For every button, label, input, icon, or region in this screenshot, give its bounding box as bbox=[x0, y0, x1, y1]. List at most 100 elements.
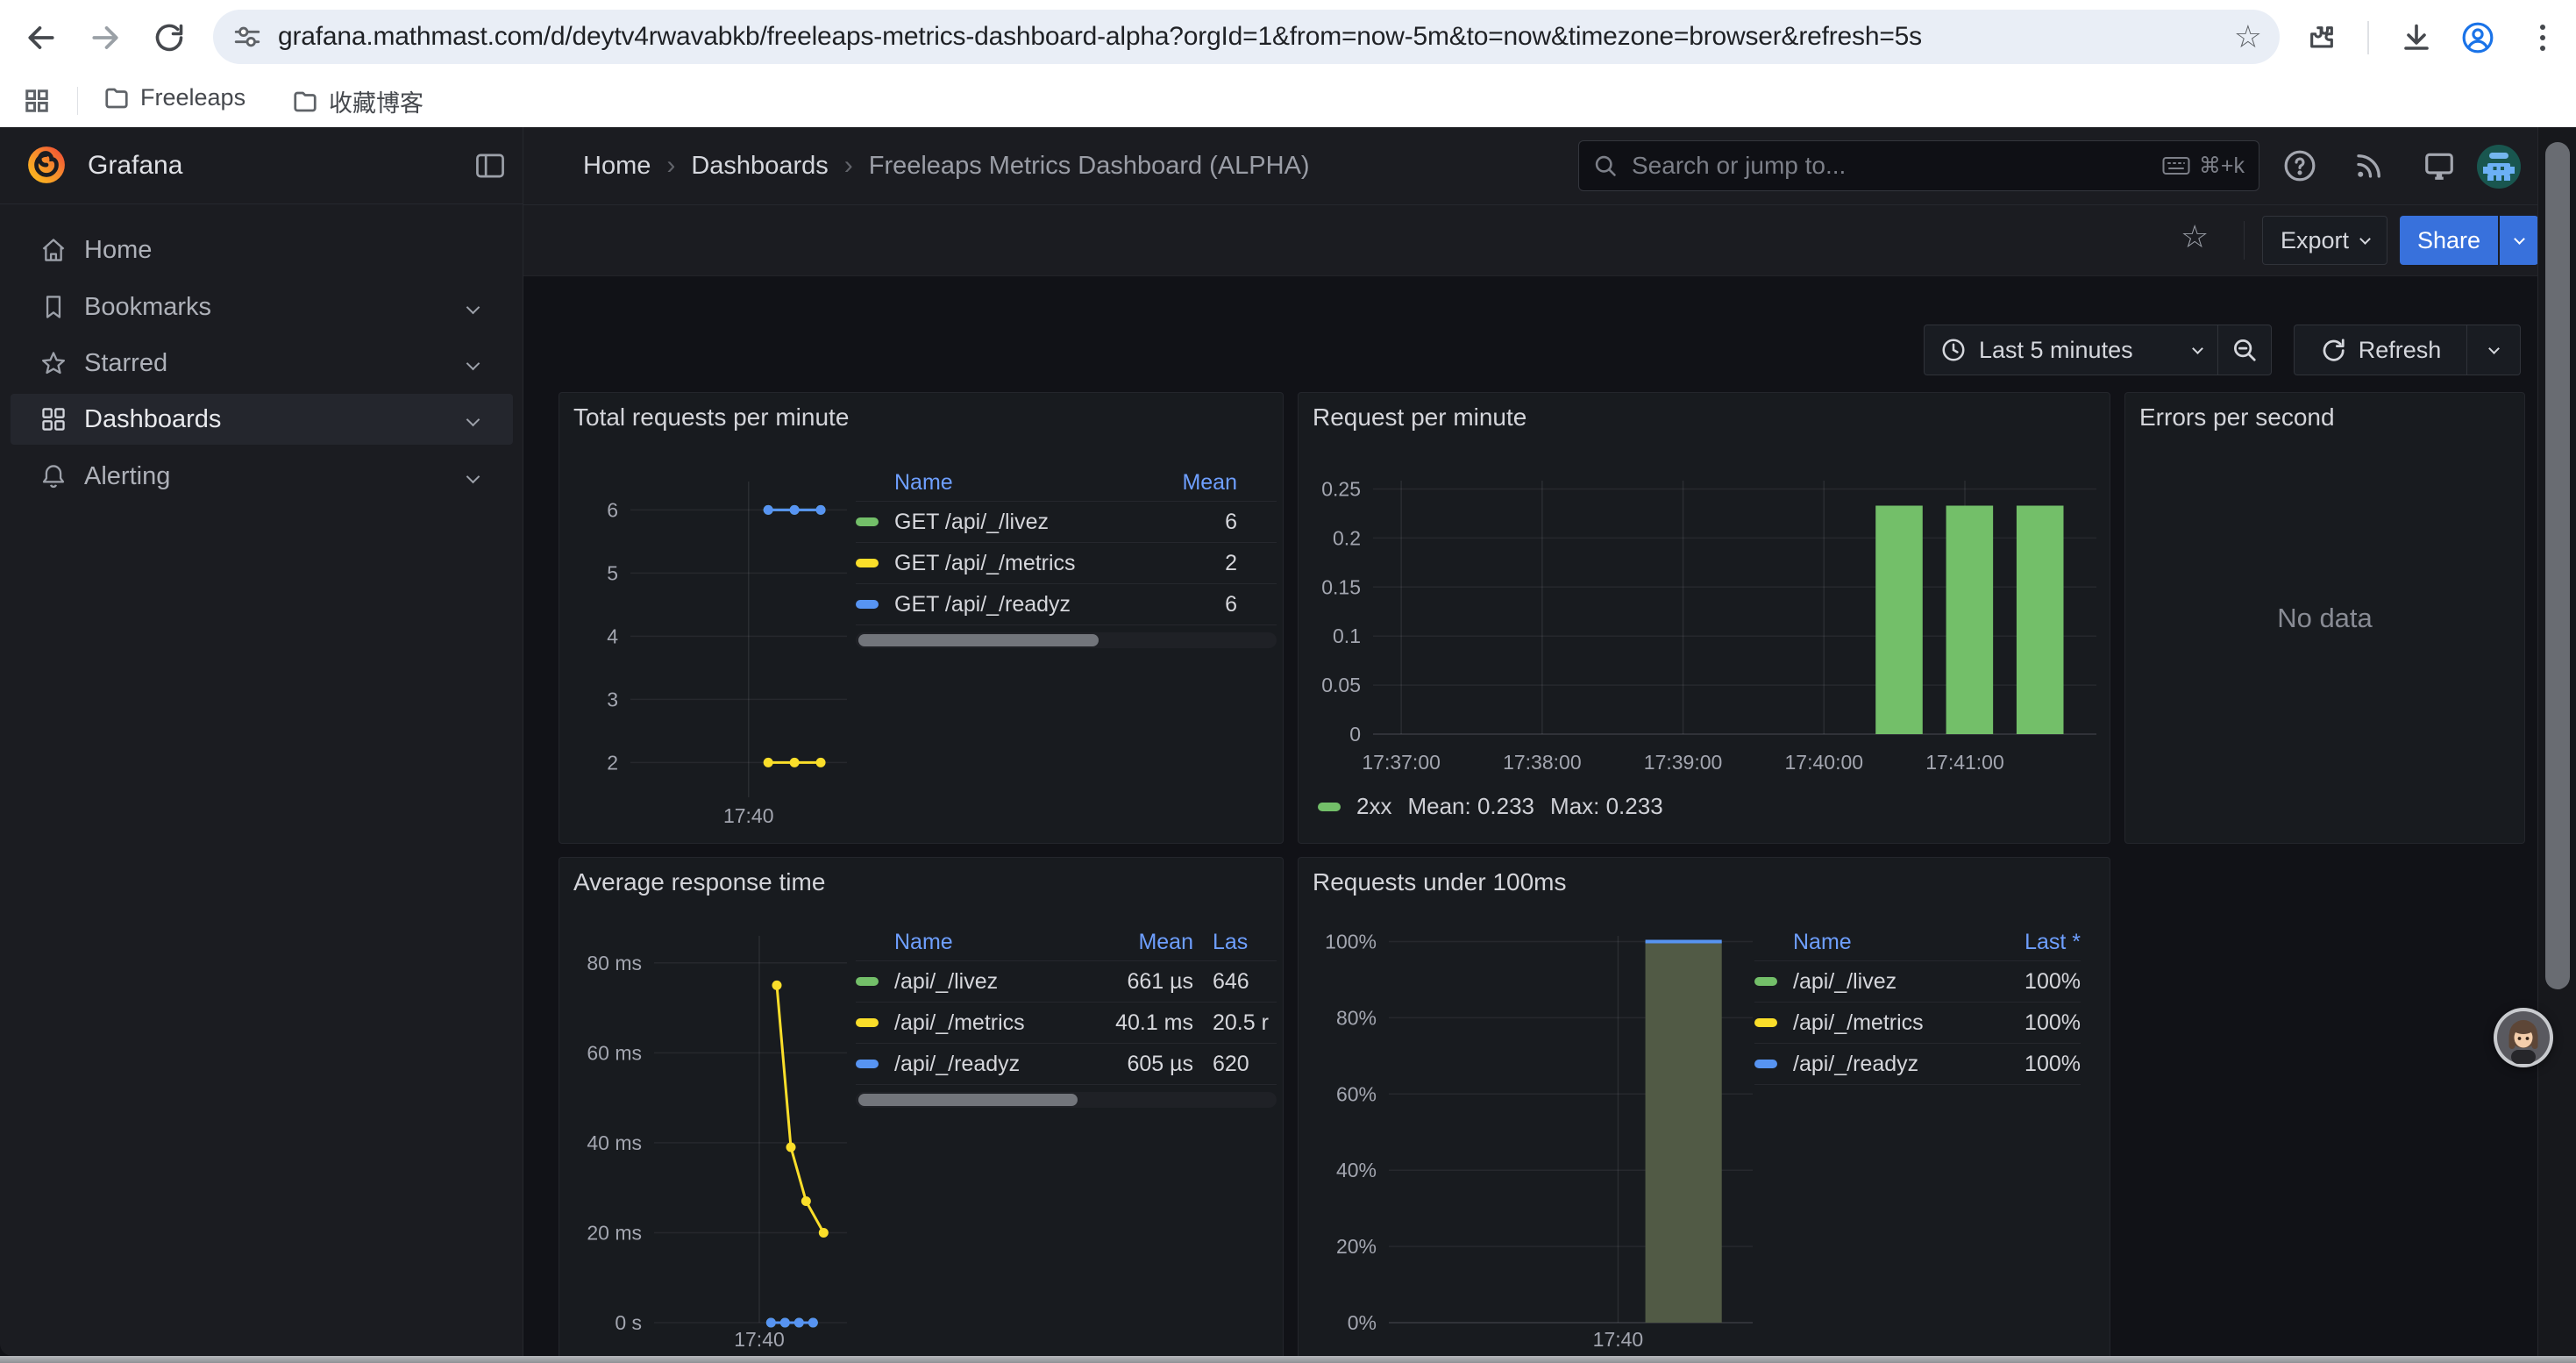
refresh-interval-button[interactable] bbox=[2466, 325, 2521, 375]
back-button[interactable] bbox=[17, 13, 66, 62]
brand-name[interactable]: Grafana bbox=[88, 151, 182, 181]
shortcut-label: ⌘+k bbox=[2199, 153, 2245, 179]
grafana-logo[interactable] bbox=[26, 145, 67, 185]
svg-text:80 ms: 80 ms bbox=[587, 952, 642, 974]
legend-scrollbar[interactable] bbox=[856, 1092, 1277, 1108]
legend-col-name[interactable]: Name bbox=[1793, 930, 1975, 955]
legend-scrollbar-thumb[interactable] bbox=[858, 1094, 1078, 1106]
panel-total-requests-per-minute: Total requests per minute 2345617:40 Nam… bbox=[559, 392, 1284, 844]
star-icon bbox=[40, 350, 67, 376]
folder-icon bbox=[103, 85, 130, 111]
refresh-icon bbox=[2320, 337, 2346, 363]
sidebar-item-home[interactable]: Home bbox=[11, 225, 513, 275]
sidebar-item-starred[interactable]: Starred bbox=[11, 338, 513, 389]
legend-rows: GET /api/_/livez6GET /api/_/metrics2GET … bbox=[856, 501, 1277, 625]
browser-menu-button[interactable] bbox=[2518, 13, 2567, 62]
svg-text:0.1: 0.1 bbox=[1333, 624, 1361, 647]
zoom-out-button[interactable] bbox=[2217, 325, 2272, 375]
scrollbar-thumb[interactable] bbox=[2545, 142, 2570, 989]
legend-row[interactable]: /api/_/readyz605 µs620 bbox=[856, 1043, 1277, 1084]
svg-text:100%: 100% bbox=[1325, 931, 1377, 953]
bookmark-item-freeleaps[interactable]: Freeleaps bbox=[103, 84, 246, 111]
svg-text:17:40: 17:40 bbox=[1593, 1328, 1644, 1351]
display-button[interactable] bbox=[2415, 141, 2464, 190]
assistant-avatar[interactable] bbox=[2494, 1008, 2553, 1067]
apps-grid-button[interactable] bbox=[12, 76, 61, 125]
legend-scrollbar-thumb[interactable] bbox=[858, 634, 1099, 646]
legend-row[interactable]: GET /api/_/readyz6 bbox=[856, 583, 1277, 624]
refresh-button[interactable]: Refresh bbox=[2294, 325, 2467, 375]
page-scrollbar[interactable] bbox=[2537, 127, 2576, 1356]
share-button[interactable]: Share bbox=[2400, 216, 2498, 265]
search-box[interactable]: ⌘+k bbox=[1578, 140, 2259, 191]
legend-table: NameLast * /api/_/livez100%/api/_/metrics… bbox=[1754, 924, 2081, 1085]
legend-row[interactable]: /api/_/livez100% bbox=[1754, 960, 2081, 1002]
series-pill bbox=[1754, 1060, 1777, 1068]
time-range-picker[interactable]: Last 5 minutes bbox=[1924, 325, 2218, 375]
reload-button[interactable] bbox=[145, 13, 194, 62]
series-name: /api/_/readyz bbox=[1793, 1052, 1975, 1077]
legend-row[interactable]: /api/_/metrics100% bbox=[1754, 1002, 2081, 1043]
chevron-down-icon bbox=[466, 300, 480, 314]
dashboards-grid-icon bbox=[40, 406, 67, 432]
svg-text:6: 6 bbox=[607, 498, 618, 521]
url-bar[interactable]: grafana.mathmast.com/d/deytv4rwavabkb/fr… bbox=[213, 10, 2280, 64]
legend-row[interactable]: GET /api/_/livez6 bbox=[856, 501, 1277, 542]
legend-row[interactable]: GET /api/_/metrics2 bbox=[856, 542, 1277, 583]
breadcrumb-dashboards[interactable]: Dashboards bbox=[691, 152, 828, 181]
legend-row[interactable]: /api/_/livez661 µs646 bbox=[856, 960, 1277, 1002]
legend-col[interactable]: Las bbox=[1193, 930, 1277, 955]
bookmark-item-blogs[interactable]: 收藏博客 bbox=[292, 84, 423, 118]
legend-row[interactable]: /api/_/metrics40.1 ms20.5 r bbox=[856, 1002, 1277, 1043]
screen: grafana.mathmast.com/d/deytv4rwavabkb/fr… bbox=[0, 0, 2576, 1363]
legend-col[interactable]: Last * bbox=[1975, 930, 2081, 955]
site-info-icon[interactable] bbox=[232, 22, 262, 52]
folder-icon bbox=[292, 89, 318, 115]
forward-icon bbox=[89, 21, 122, 54]
clock-icon bbox=[1940, 337, 1967, 363]
series-pill bbox=[856, 1018, 879, 1027]
downloads-button[interactable] bbox=[2392, 13, 2441, 62]
legend-col[interactable]: Mean bbox=[1062, 930, 1193, 955]
sidebar-item-alerting[interactable]: Alerting bbox=[11, 451, 513, 502]
chart-request-per-minute[interactable]: 00.050.10.150.20.2517:37:0017:38:0017:39… bbox=[1299, 393, 2110, 844]
series-name: /api/_/metrics bbox=[894, 1010, 1062, 1036]
legend-scrollbar[interactable] bbox=[856, 632, 1277, 648]
share-menu-button[interactable] bbox=[2500, 216, 2538, 265]
legend-col[interactable]: Mean bbox=[1132, 470, 1237, 496]
favorite-star-icon[interactable]: ☆ bbox=[2181, 221, 2209, 253]
export-button[interactable]: Export bbox=[2262, 216, 2387, 265]
user-menu-button[interactable] bbox=[2477, 145, 2521, 189]
chevron-down-icon bbox=[2359, 233, 2371, 245]
extensions-button[interactable] bbox=[2297, 13, 2346, 62]
legend-table: NameMeanLas/api/_/livez661 µs646/api/_/m… bbox=[856, 924, 1277, 1108]
sidebar: Grafana Home Bookmarks Starred Dashboard… bbox=[0, 127, 523, 1356]
bookmark-star-icon[interactable]: ☆ bbox=[2234, 21, 2262, 53]
legend[interactable]: 2xx Mean: 0.233 Max: 0.233 bbox=[1318, 793, 1663, 820]
keyboard-icon bbox=[2162, 155, 2190, 176]
legend-col-name[interactable]: Name bbox=[894, 930, 1062, 955]
series-name: /api/_/livez bbox=[1793, 969, 1975, 995]
dock-sidebar-icon[interactable] bbox=[475, 153, 505, 179]
svg-text:0.2: 0.2 bbox=[1333, 526, 1361, 549]
sidebar-item-dashboards[interactable]: Dashboards bbox=[11, 394, 513, 445]
legend-col-name[interactable]: Name bbox=[894, 470, 1132, 496]
profile-button[interactable] bbox=[2453, 13, 2502, 62]
sidebar-item-label: Home bbox=[84, 236, 513, 265]
sidebar-item-bookmarks[interactable]: Bookmarks bbox=[11, 282, 513, 332]
series-name: /api/_/livez bbox=[894, 969, 1062, 995]
chevron-down-icon bbox=[2488, 343, 2500, 354]
legend-row[interactable]: /api/_/readyz100% bbox=[1754, 1043, 2081, 1084]
forward-button[interactable] bbox=[81, 13, 130, 62]
svg-text:60%: 60% bbox=[1336, 1082, 1377, 1105]
news-button[interactable] bbox=[2345, 141, 2394, 190]
panel-requests-under-100ms: Requests under 100ms 0%20%40%60%80%100%1… bbox=[1298, 857, 2110, 1363]
help-button[interactable] bbox=[2275, 141, 2324, 190]
search-input[interactable] bbox=[1630, 151, 2162, 181]
series-mean: Mean: 0.233 bbox=[1407, 793, 1534, 820]
breadcrumb-home[interactable]: Home bbox=[583, 152, 651, 181]
series-name[interactable]: 2xx bbox=[1356, 793, 1391, 820]
toolbar-divider bbox=[2367, 21, 2369, 54]
url-text[interactable]: grafana.mathmast.com/d/deytv4rwavabkb/fr… bbox=[278, 22, 2234, 52]
series-pill bbox=[856, 977, 879, 986]
